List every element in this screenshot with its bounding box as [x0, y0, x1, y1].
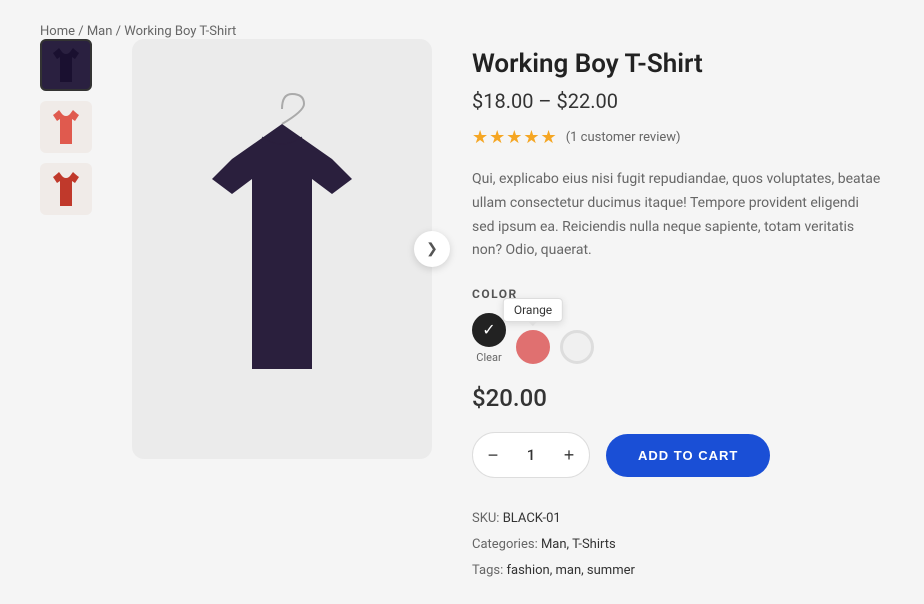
tags-row: Tags: fashion, man, summer	[472, 558, 884, 584]
categories-row: Categories: Man, T-Shirts	[472, 532, 884, 558]
product-price-range: $18.00 – $22.00	[472, 89, 884, 113]
breadcrumb-current: Working Boy T-Shirt	[124, 24, 236, 39]
thumbnail-list	[40, 39, 92, 215]
color-section: COLOR ✓ Clear Orange	[472, 287, 884, 364]
swatch-orange[interactable]	[516, 330, 550, 364]
swatch-orange-tooltip: Orange	[503, 298, 563, 322]
breadcrumb-man[interactable]: Man	[87, 24, 113, 39]
review-count: (1 customer review)	[566, 130, 681, 145]
swatch-group-white	[560, 330, 594, 364]
swatch-black[interactable]: ✓	[472, 313, 506, 347]
swatch-check: ✓	[482, 322, 495, 338]
product-details: Working Boy T-Shirt $18.00 – $22.00 ★★★★…	[472, 39, 884, 584]
breadcrumb-home[interactable]: Home	[40, 24, 75, 39]
quantity-cart-row: − 1 + ADD TO CART	[472, 432, 884, 478]
sku-row: SKU: BLACK-01	[472, 506, 884, 532]
categories-value: Man, T-Shirts	[541, 537, 616, 552]
tags-value: fashion, man, summer	[507, 563, 635, 578]
main-product-image: ❯	[132, 39, 432, 459]
breadcrumb: Home / Man / Working Boy T-Shirt	[40, 20, 884, 39]
rating-row: ★★★★★ (1 customer review)	[472, 127, 884, 148]
product-title: Working Boy T-Shirt	[472, 49, 884, 79]
thumbnail-1[interactable]	[40, 101, 92, 153]
quantity-control: − 1 +	[472, 432, 590, 478]
star-rating: ★★★★★	[472, 127, 558, 148]
product-layout: ❯ Working Boy T-Shirt $18.00 – $22.00 ★★…	[40, 39, 884, 584]
sku-value: BLACK-01	[503, 511, 561, 526]
product-meta: SKU: BLACK-01 Categories: Man, T-Shirts …	[472, 506, 884, 584]
next-image-arrow[interactable]: ❯	[414, 231, 450, 267]
swatch-group-black: ✓ Clear	[472, 313, 506, 364]
add-to-cart-button[interactable]: ADD TO CART	[606, 434, 770, 477]
swatch-black-label: Clear	[476, 351, 501, 364]
quantity-value: 1	[513, 446, 549, 464]
quantity-decrease-button[interactable]: −	[473, 433, 513, 477]
selected-price: $20.00	[472, 384, 884, 412]
swatch-group-orange: Orange	[516, 330, 550, 364]
quantity-increase-button[interactable]: +	[549, 433, 589, 477]
thumbnail-2[interactable]	[40, 163, 92, 215]
swatch-white[interactable]	[560, 330, 594, 364]
color-swatches: ✓ Clear Orange	[472, 313, 884, 364]
thumbnail-0[interactable]	[40, 39, 92, 91]
product-description: Qui, explicabo eius nisi fugit repudiand…	[472, 168, 884, 263]
